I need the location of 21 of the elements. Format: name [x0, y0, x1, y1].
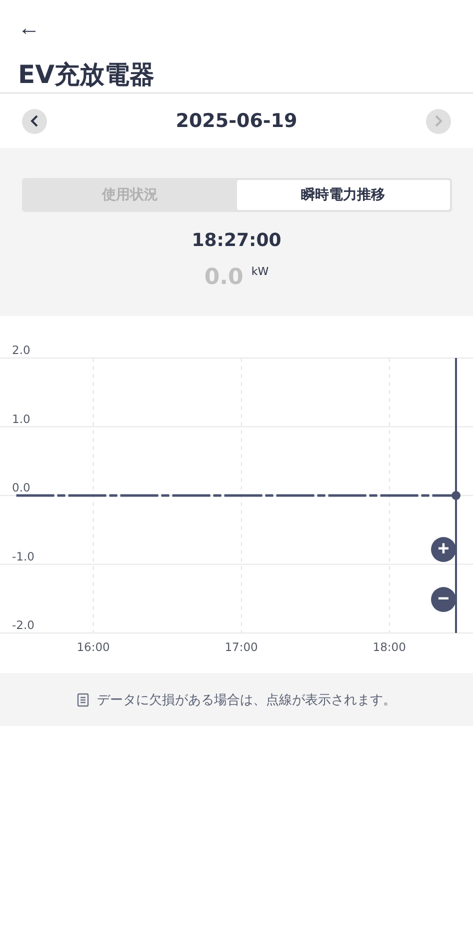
- chevron-left-icon: [30, 115, 40, 127]
- x-axis-label: 17:00: [224, 640, 258, 654]
- page-title: EV充放電器: [18, 59, 156, 91]
- power-unit: kW: [251, 265, 269, 278]
- tab[interactable]: 瞬時電力推移: [236, 180, 450, 210]
- x-axis-label: 16:00: [76, 640, 110, 654]
- previous-day-button[interactable]: [22, 108, 47, 134]
- note-text: データに欠損がある場合は、点線が表示されます。: [97, 692, 396, 708]
- y-axis-label: 2.0: [12, 343, 30, 357]
- zoom-out-button[interactable]: −: [431, 587, 456, 612]
- back-button[interactable]: ←: [18, 14, 40, 42]
- y-axis-label: 1.0: [12, 412, 30, 426]
- chevron-right-icon: [433, 115, 444, 127]
- document-icon: [77, 692, 89, 706]
- zoom-in-button[interactable]: +: [431, 537, 456, 562]
- y-axis-label: 0.0: [12, 480, 30, 494]
- x-axis-label: 18:00: [372, 640, 406, 654]
- time-reading: 18:27:00: [192, 230, 282, 251]
- y-axis-label: -1.0: [12, 549, 34, 564]
- date-label: 2025-06-19: [176, 110, 298, 132]
- y-axis-label: -2.0: [12, 618, 34, 632]
